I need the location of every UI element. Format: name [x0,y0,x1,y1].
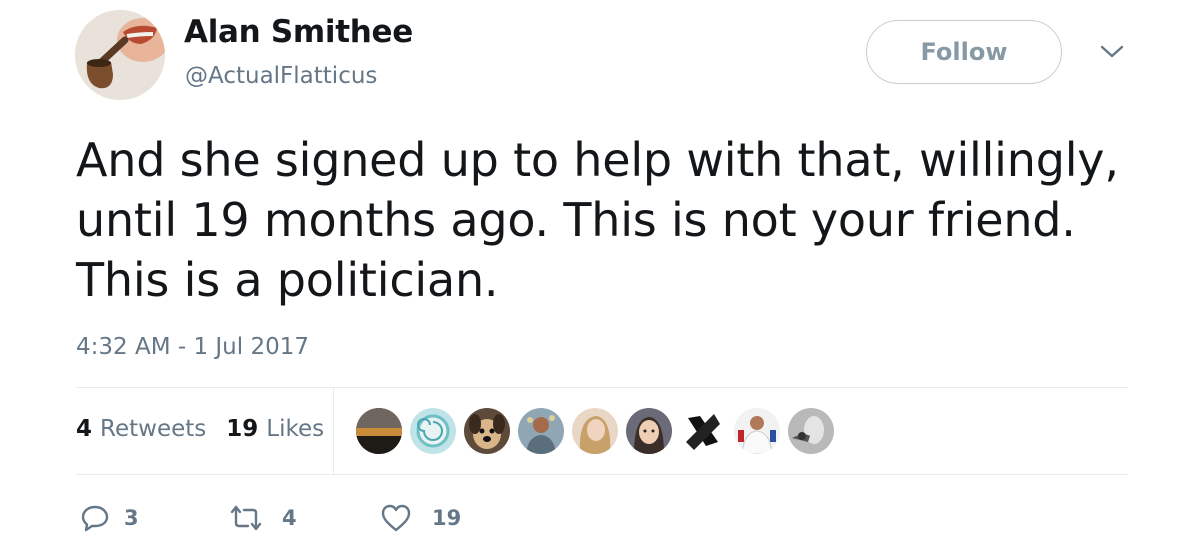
more-options-button[interactable] [1098,40,1126,64]
reply-icon [81,505,109,532]
liker-avatar-figure[interactable] [518,408,564,454]
liker-avatars [356,408,842,454]
follow-button[interactable]: Follow [866,20,1062,84]
tweet-timestamp[interactable]: 4:32 AM - 1 Jul 2017 [76,334,309,360]
liker-avatar-bird[interactable] [788,408,834,454]
liker-avatar-dog[interactable] [464,408,510,454]
retweet-action[interactable]: 4 [228,503,297,533]
retweets-count: 4 [76,416,93,442]
liker-avatar-sunset[interactable] [356,408,402,454]
tweet-text: And she signed up to help with that, wil… [76,133,1119,307]
liker-avatar-x-logo[interactable] [680,408,726,454]
heart-icon [381,504,411,532]
liker-avatar-woman[interactable] [572,408,618,454]
stats-vertical-divider [333,388,334,474]
stats-top-divider [76,387,1128,388]
stats-bottom-divider [76,474,1128,475]
reply-action[interactable]: 3 [80,503,139,533]
tweet-stats: 4 Retweets 19 Likes [76,416,324,442]
retweet-count: 4 [282,506,297,530]
like-action[interactable]: 19 [380,503,461,533]
retweets-label: Retweets [100,416,207,442]
likes-stat[interactable]: 19 Likes [226,416,324,442]
retweets-stat[interactable]: 4 Retweets [76,416,206,442]
reply-count: 3 [124,506,139,530]
liker-avatar-man[interactable] [734,408,780,454]
liker-avatar-shell[interactable] [410,408,456,454]
like-count: 19 [432,506,462,530]
chevron-down-icon [1100,45,1124,58]
likes-count: 19 [226,416,259,442]
liker-avatar-girl[interactable] [626,408,672,454]
pipe-smoker-avatar-icon [75,10,165,100]
retweet-icon [230,505,262,531]
author-avatar[interactable] [75,10,165,100]
likes-label: Likes [266,416,325,442]
author-display-name[interactable]: Alan Smithee [184,14,413,50]
author-handle[interactable]: @ActualFlatticus [185,63,377,89]
